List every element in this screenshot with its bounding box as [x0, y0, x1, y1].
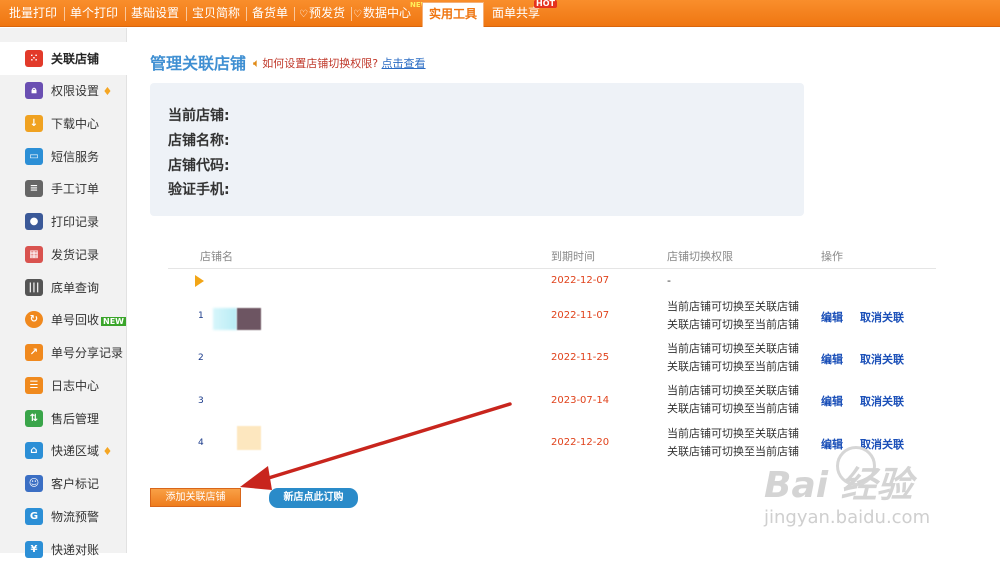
baidu-watermark: Bai 经验 jingyan.baidu.com — [764, 446, 1000, 553]
